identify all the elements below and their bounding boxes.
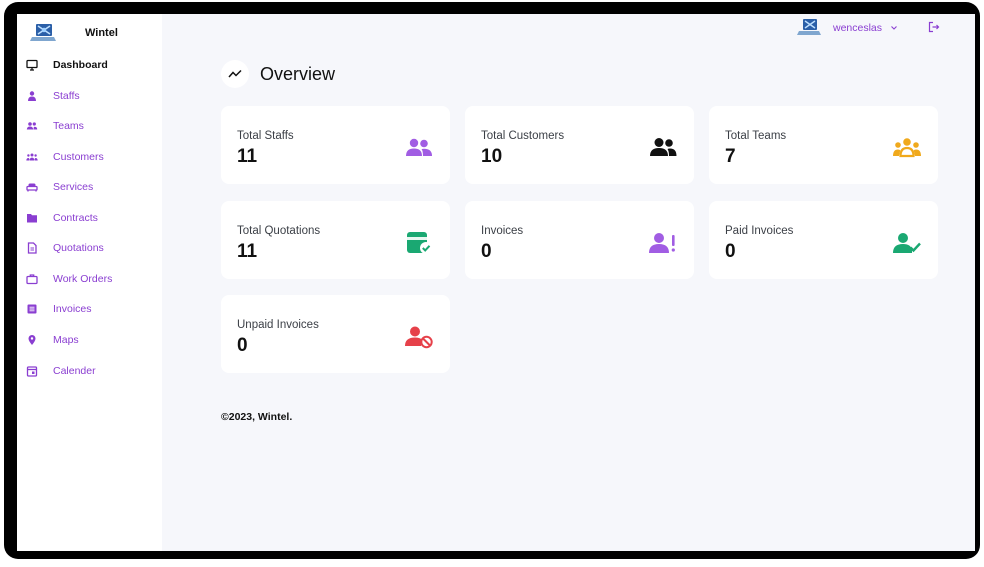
card-value: 0 — [481, 241, 492, 262]
sidebar-item-label: Calender — [53, 365, 96, 377]
calendar-icon — [26, 365, 38, 377]
user-exclamation-icon — [649, 233, 675, 253]
laptop-logo-icon — [30, 24, 56, 41]
sidebar-item-services[interactable]: Services — [17, 176, 162, 198]
card-label: Unpaid Invoices — [237, 319, 319, 331]
sidebar-item-contracts[interactable]: Contracts — [17, 207, 162, 229]
people-group-icon — [893, 138, 921, 158]
logout-icon[interactable] — [927, 20, 941, 34]
sidebar-item-staffs[interactable]: Staffs — [17, 85, 162, 107]
card-value: 0 — [237, 335, 248, 356]
sidebar: Wintel Dashboard Staffs Teams Customers … — [17, 14, 162, 551]
sidebar-item-calender[interactable]: Calender — [17, 360, 162, 382]
card-label: Total Quotations — [237, 225, 321, 237]
stat-card-paid-invoices[interactable]: Paid Invoices 0 — [709, 201, 938, 279]
couch-icon — [26, 181, 38, 193]
user-menu[interactable]: wenceslas — [797, 17, 898, 39]
sidebar-item-label: Staffs — [53, 90, 80, 102]
briefcase-icon — [26, 273, 38, 285]
card-label: Total Teams — [725, 130, 787, 142]
sidebar-item-customers[interactable]: Customers — [17, 146, 162, 168]
folder-icon — [26, 212, 38, 224]
sidebar-item-label: Customers — [53, 151, 104, 163]
footer-copyright: ©2023, Wintel. — [221, 411, 293, 423]
card-value: 0 — [725, 241, 736, 262]
map-pin-icon — [26, 334, 38, 346]
user-name: wenceslas — [833, 22, 883, 34]
monitor-icon — [26, 59, 38, 71]
people-group-icon — [26, 151, 38, 163]
device-frame: Wintel Dashboard Staffs Teams Customers … — [4, 2, 980, 559]
sidebar-item-label: Contracts — [53, 212, 98, 224]
card-value: 11 — [237, 146, 258, 167]
trend-line-icon — [228, 69, 242, 78]
sidebar-item-label: Work Orders — [53, 273, 113, 285]
user-tie-icon — [26, 90, 38, 102]
sidebar-item-dashboard[interactable]: Dashboard — [17, 54, 162, 76]
stat-card-total-customers[interactable]: Total Customers 10 — [465, 106, 694, 184]
file-icon — [26, 242, 38, 254]
sidebar-item-invoices[interactable]: Invoices — [17, 298, 162, 320]
avatar — [797, 19, 821, 35]
card-value: 7 — [725, 146, 736, 167]
document-check-icon — [407, 232, 432, 254]
users-icon — [26, 120, 38, 132]
stat-card-total-quotations[interactable]: Total Quotations 11 — [221, 201, 450, 279]
sidebar-item-maps[interactable]: Maps — [17, 329, 162, 351]
page-title: Overview — [260, 64, 336, 84]
chevron-down-icon — [891, 26, 897, 30]
user-group-icon — [650, 138, 677, 156]
sidebar-item-label: Invoices — [53, 303, 92, 315]
stat-card-invoices[interactable]: Invoices 0 — [465, 201, 694, 279]
sidebar-item-quotations[interactable]: Quotations — [17, 237, 162, 259]
card-label: Total Customers — [481, 130, 565, 142]
trend-icon-badge — [221, 60, 249, 88]
sidebar-item-label: Services — [53, 181, 94, 193]
app-screen: Wintel Dashboard Staffs Teams Customers … — [17, 14, 975, 551]
card-label: Invoices — [481, 225, 524, 237]
sidebar-item-teams[interactable]: Teams — [17, 115, 162, 137]
card-label: Paid Invoices — [725, 225, 794, 237]
user-check-icon — [893, 233, 921, 253]
card-value: 11 — [237, 241, 258, 262]
stat-card-unpaid-invoices[interactable]: Unpaid Invoices 0 — [221, 295, 450, 373]
brand-name: Wintel — [85, 27, 118, 39]
brand[interactable]: Wintel — [29, 20, 118, 46]
user-block-icon — [405, 326, 433, 349]
users-icon — [406, 138, 432, 156]
sidebar-item-work-orders[interactable]: Work Orders — [17, 268, 162, 290]
card-value: 10 — [481, 146, 503, 167]
stat-card-total-teams[interactable]: Total Teams 7 — [709, 106, 938, 184]
card-label: Total Staffs — [237, 130, 294, 142]
sidebar-item-label: Teams — [53, 120, 84, 132]
sidebar-item-label: Maps — [53, 334, 79, 346]
sidebar-item-label: Quotations — [53, 242, 104, 254]
list-icon — [26, 303, 38, 315]
sidebar-item-label: Dashboard — [53, 59, 108, 71]
stat-card-total-staffs[interactable]: Total Staffs 11 — [221, 106, 450, 184]
